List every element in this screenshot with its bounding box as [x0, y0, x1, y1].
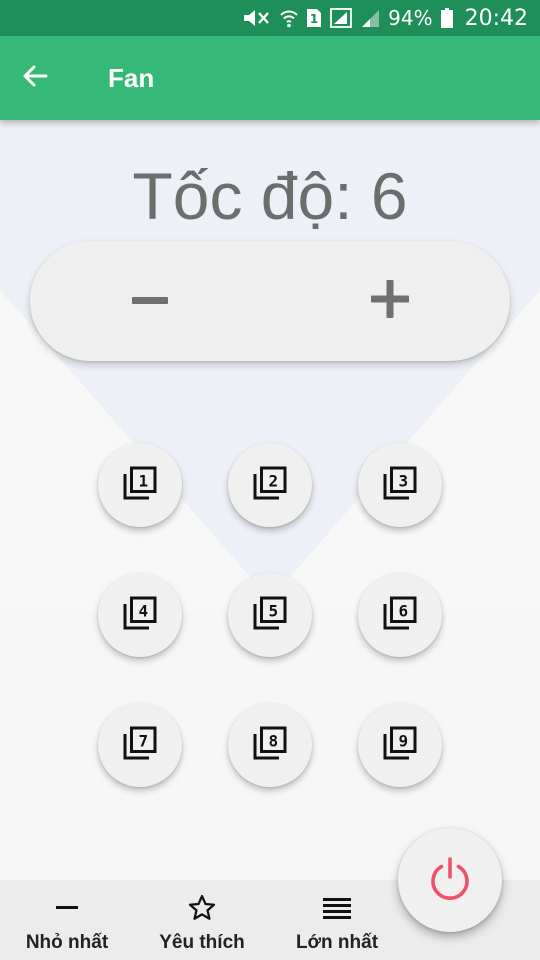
app-bar: Fan [0, 36, 540, 120]
preset-button-1[interactable]: 1 [98, 443, 182, 527]
nav-favorites[interactable]: Yêu thích [148, 880, 256, 960]
speed-label: Tốc độ: 6 [132, 159, 408, 233]
power-icon [426, 854, 474, 907]
filter-1-icon: 1 [122, 465, 158, 506]
mute-icon [242, 8, 272, 28]
speed-down-button[interactable] [90, 241, 210, 361]
nav-max-label: Lớn nhất [295, 932, 379, 953]
arrow-back-icon [22, 64, 48, 93]
preset-number: 8 [268, 731, 278, 750]
minus-icon [56, 888, 78, 928]
nav-fav-label: Yêu thích [159, 932, 245, 953]
filter-5-icon: 5 [252, 595, 288, 636]
back-button[interactable] [0, 36, 70, 120]
nav-max-speed[interactable]: Lớn nhất [284, 880, 390, 960]
filter-7-icon: 7 [122, 725, 158, 766]
filter-4-icon: 4 [122, 595, 158, 636]
preset-number: 7 [138, 731, 148, 750]
preset-number: 4 [138, 601, 148, 620]
sim-slot-number: 1 [310, 12, 318, 26]
preset-button-6[interactable]: 6 [358, 573, 442, 657]
clock: 20:42 [464, 5, 528, 31]
filter-2-icon: 2 [252, 465, 288, 506]
preset-number: 6 [398, 601, 408, 620]
sim-icon: 1 [306, 8, 322, 28]
preset-button-3[interactable]: 3 [358, 443, 442, 527]
battery-icon [440, 8, 453, 28]
filter-8-icon: 8 [252, 725, 288, 766]
menu-lines-icon [323, 888, 351, 928]
preset-number: 2 [268, 471, 278, 490]
preset-number: 5 [268, 601, 278, 620]
nav-min-speed[interactable]: Nhỏ nhất [14, 880, 120, 960]
preset-button-8[interactable]: 8 [228, 703, 312, 787]
preset-number: 1 [138, 471, 148, 490]
preset-button-9[interactable]: 9 [358, 703, 442, 787]
preset-button-5[interactable]: 5 [228, 573, 312, 657]
preset-number: 3 [398, 471, 408, 490]
preset-button-4[interactable]: 4 [98, 573, 182, 657]
filter-9-icon: 9 [382, 725, 418, 766]
preset-number: 9 [398, 731, 408, 750]
wifi-icon [280, 8, 298, 28]
minus-icon [132, 292, 168, 310]
speed-control [30, 241, 510, 361]
signal-icon [330, 8, 353, 28]
battery-percent: 94% [388, 6, 433, 30]
filter-3-icon: 3 [382, 465, 418, 506]
status-bar: 1 94% 20:42 [0, 0, 540, 36]
speed-up-button[interactable] [330, 241, 450, 361]
page-title: Fan [108, 62, 155, 93]
preset-button-7[interactable]: 7 [98, 703, 182, 787]
power-button[interactable] [398, 828, 502, 932]
nav-min-label: Nhỏ nhất [25, 932, 109, 953]
preset-button-2[interactable]: 2 [228, 443, 312, 527]
filter-6-icon: 6 [382, 595, 418, 636]
star-outline-icon [187, 888, 217, 928]
signal-weak-icon [360, 8, 380, 28]
plus-icon [371, 279, 409, 323]
